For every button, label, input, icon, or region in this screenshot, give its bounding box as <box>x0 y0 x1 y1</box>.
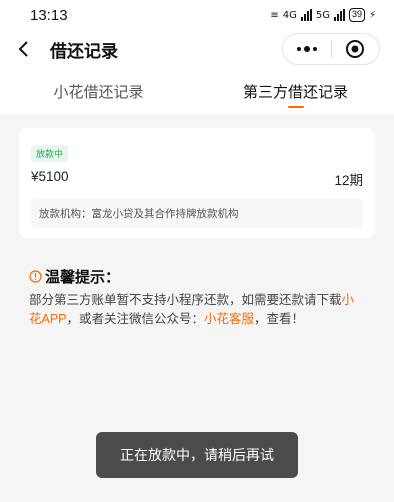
network-label-1: 4G <box>282 9 297 21</box>
status-bar: 13:13 ≡ 4G 5G 39 ⚡ <box>0 0 394 30</box>
loan-amount: ¥5100 <box>31 169 69 184</box>
signal-icon-2 <box>333 9 345 21</box>
xiaohua-service-link[interactable]: 小花客服 <box>204 312 254 326</box>
signal-icon <box>300 9 312 21</box>
status-time: 13:13 <box>30 6 68 24</box>
tip-text-1: 部分第三方账单暂不支持小程序还款，如需要还款请下载 <box>29 293 342 307</box>
toast-message: 正在放款中，请稍后再试 <box>96 432 298 478</box>
tab-bar: 小花借还记录 第三方借还记录 <box>0 68 394 116</box>
record-card[interactable]: 放款中 ¥5100 12期 放款机构：富龙小贷及其合作持牌放款机构 <box>19 128 375 238</box>
mini-program-capsule <box>282 33 380 65</box>
back-button[interactable] <box>6 30 40 68</box>
more-button[interactable] <box>283 34 331 64</box>
charging-icon: ⚡ <box>368 9 376 21</box>
header-area: 13:13 ≡ 4G 5G 39 ⚡ 借还记录 小花借还记录 第三方借还记录 <box>0 0 394 116</box>
status-icons: ≡ 4G 5G 39 ⚡ <box>270 8 376 22</box>
battery-icon: 39 <box>348 8 365 22</box>
tab-third-party-records[interactable]: 第三方借还记录 <box>197 68 394 115</box>
more-dots-icon <box>296 46 317 52</box>
lending-institution: 放款机构：富龙小贷及其合作持牌放款机构 <box>31 199 363 228</box>
tip-section: 温馨提示： 部分第三方账单暂不支持小程序还款，如需要还款请下载小花APP，或者关… <box>29 266 365 329</box>
page-title: 借还记录 <box>50 41 118 61</box>
nav-bar: 借还记录 <box>0 30 394 68</box>
tip-body: 部分第三方账单暂不支持小程序还款，如需要还款请下载小花APP，或者关注微信公众号… <box>29 291 365 329</box>
status-badge: 放款中 <box>31 145 69 162</box>
target-circle-icon <box>346 40 365 58</box>
close-button[interactable] <box>332 34 380 64</box>
record-amount-row: ¥5100 12期 <box>31 169 363 189</box>
vibrate-icon: ≡ <box>270 9 279 21</box>
warning-circle-icon <box>29 270 42 283</box>
chevron-left-icon <box>18 41 28 57</box>
tip-text-3: ，查看！ <box>254 312 305 326</box>
network-label-2: 5G <box>315 9 330 21</box>
tip-title: 温馨提示： <box>45 268 121 286</box>
loan-periods: 12期 <box>334 173 363 188</box>
tip-title-row: 温馨提示： <box>29 266 365 287</box>
tab-xiaohua-records[interactable]: 小花借还记录 <box>0 68 197 115</box>
tip-text-2: ，或者关注微信公众号： <box>66 312 205 326</box>
